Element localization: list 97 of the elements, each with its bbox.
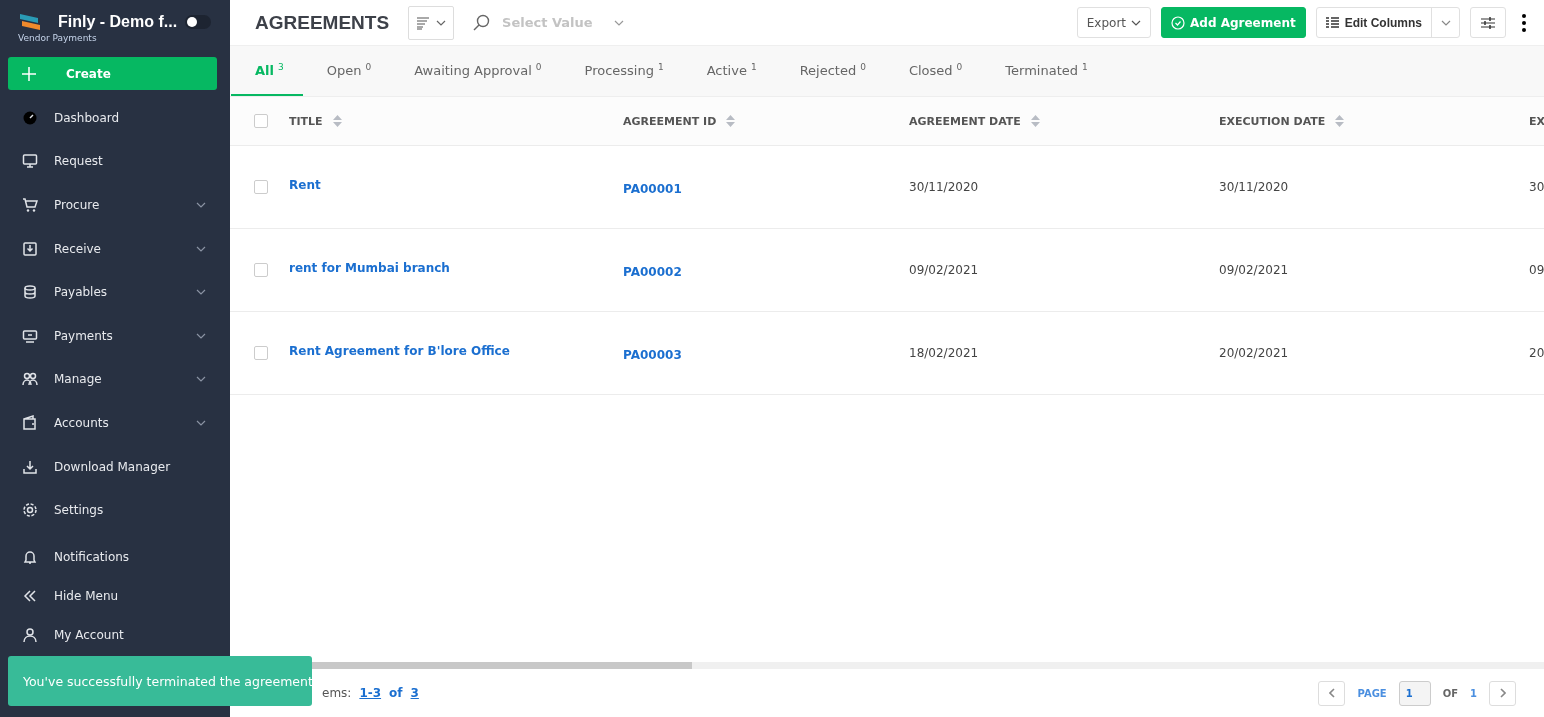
chevron-down-icon bbox=[1131, 19, 1141, 26]
table-link[interactable]: PA00003 bbox=[623, 347, 682, 362]
column-header: EX bbox=[1529, 114, 1544, 128]
row-checkbox[interactable] bbox=[254, 180, 268, 194]
chevron-down-icon bbox=[196, 289, 206, 296]
chevron-down-icon bbox=[196, 245, 206, 252]
chevron-down-icon bbox=[196, 419, 206, 426]
toast-message: You've successfully terminated the agreement bbox=[8, 656, 312, 706]
table-cell: 09/02/2021 bbox=[1219, 263, 1289, 277]
page-title: AGREEMENTS bbox=[255, 11, 390, 34]
chevron-down-icon bbox=[614, 19, 625, 26]
table-link[interactable]: Rent Agreement for B'lore Office bbox=[289, 343, 510, 358]
nav-item[interactable]: Hide Menu bbox=[0, 576, 230, 616]
lines-icon bbox=[416, 15, 431, 30]
column-header: TITLE bbox=[289, 114, 323, 128]
tab[interactable]: Open $^{0}$ bbox=[302, 46, 391, 96]
table-cell: 09/02/2021 bbox=[909, 263, 979, 277]
sort-icon[interactable] bbox=[726, 115, 736, 127]
table-cell: 30/11/2020 bbox=[1219, 180, 1289, 194]
select-all-checkbox[interactable] bbox=[254, 114, 268, 128]
of-label: of bbox=[389, 686, 403, 700]
chevron-down-icon bbox=[196, 202, 206, 208]
table-cell: 20 bbox=[1529, 346, 1544, 360]
tab[interactable]: Rejected $^{0}$ bbox=[775, 46, 885, 96]
range-link[interactable]: 1-3 bbox=[359, 686, 382, 700]
wallet-icon bbox=[22, 414, 38, 431]
people-icon bbox=[22, 371, 38, 388]
tab[interactable]: Terminated $^{1}$ bbox=[981, 46, 1107, 96]
nav-item[interactable]: Dashboard bbox=[0, 96, 230, 140]
column-header: AGREEMENT DATE bbox=[909, 114, 1021, 128]
chevron-down-icon bbox=[1440, 19, 1451, 26]
check-circle-icon bbox=[1171, 15, 1185, 30]
table-cell: 09 bbox=[1529, 263, 1544, 277]
gauge-icon bbox=[22, 109, 38, 126]
sort-icon[interactable] bbox=[1030, 115, 1040, 127]
nav-item[interactable]: Manage bbox=[0, 357, 230, 402]
page-label: PAGE bbox=[1357, 687, 1387, 699]
nav-item[interactable]: Procure bbox=[0, 183, 230, 227]
nav-item[interactable]: Notifications bbox=[0, 537, 230, 577]
tab[interactable]: Active $^{1}$ bbox=[682, 46, 776, 96]
page-count: 1 bbox=[1470, 687, 1477, 699]
sliders-icon bbox=[1480, 15, 1496, 30]
download-box-icon bbox=[22, 240, 38, 257]
search-icon bbox=[472, 13, 491, 32]
chevron-left-icon bbox=[1329, 688, 1335, 698]
table-cell: 18/02/2021 bbox=[909, 346, 979, 360]
nav-item[interactable]: Receive bbox=[0, 226, 230, 271]
kebab-icon bbox=[1522, 13, 1526, 32]
table-link[interactable]: Rent bbox=[289, 177, 321, 192]
list-icon bbox=[1325, 16, 1339, 29]
coins-icon bbox=[22, 284, 38, 301]
export-button[interactable]: Export bbox=[1076, 7, 1151, 38]
download-icon bbox=[22, 458, 38, 475]
nav-item[interactable]: Payables bbox=[0, 270, 230, 314]
total-link[interactable]: 3 bbox=[410, 686, 419, 700]
tab[interactable]: Processing $^{1}$ bbox=[560, 46, 683, 96]
next-page-button[interactable] bbox=[1489, 680, 1516, 706]
bell-icon bbox=[22, 549, 38, 566]
tab[interactable]: Awaiting Approval $^{0}$ bbox=[390, 46, 561, 96]
sort-icon[interactable] bbox=[332, 115, 342, 127]
cart-icon bbox=[22, 197, 38, 213]
prev-page-button[interactable] bbox=[1318, 680, 1346, 706]
nav-item[interactable]: Settings bbox=[0, 488, 230, 532]
tab[interactable]: Closed $^{0}$ bbox=[884, 46, 982, 96]
page-of-label: OF bbox=[1442, 687, 1459, 699]
chevron-down-icon bbox=[196, 376, 206, 383]
chevron-down-icon bbox=[436, 19, 447, 26]
filter-button[interactable] bbox=[1470, 7, 1506, 38]
plus-icon bbox=[22, 66, 36, 81]
sort-icon[interactable] bbox=[1335, 115, 1345, 127]
column-header: EXECUTION DATE bbox=[1219, 114, 1326, 128]
settings-icon bbox=[22, 502, 38, 519]
table-link[interactable]: PA00001 bbox=[623, 181, 682, 196]
app-subtitle: Vendor Payments bbox=[17, 33, 98, 43]
row-checkbox[interactable] bbox=[254, 263, 268, 277]
table-link[interactable]: rent for Mumbai branch bbox=[289, 260, 450, 275]
nav-item[interactable]: Payments bbox=[0, 313, 230, 358]
table-cell: 30/11/2020 bbox=[909, 180, 979, 194]
org-name: Finly - Demo f... bbox=[58, 13, 178, 31]
nav-item[interactable]: Download Manager bbox=[0, 444, 230, 489]
table-cell: 20/02/2021 bbox=[1219, 346, 1289, 360]
monitor-icon bbox=[22, 153, 38, 170]
nav-item[interactable]: Request bbox=[0, 139, 230, 184]
table-cell: 30 bbox=[1529, 180, 1544, 194]
column-header: AGREEMENT ID bbox=[623, 114, 717, 128]
row-checkbox[interactable] bbox=[254, 346, 268, 360]
chevron-right-icon bbox=[1499, 688, 1506, 698]
page-field[interactable]: 1 bbox=[1398, 680, 1431, 706]
table-link[interactable]: PA00002 bbox=[623, 264, 682, 279]
chevron-down-icon bbox=[196, 332, 206, 339]
screen-icon bbox=[22, 327, 38, 344]
view-dropdown[interactable] bbox=[408, 5, 455, 40]
user-icon bbox=[22, 627, 38, 644]
items-label: ems: bbox=[322, 686, 352, 700]
nav-item[interactable]: My Account bbox=[0, 615, 230, 655]
toggle-switch[interactable] bbox=[185, 15, 212, 29]
nav-item[interactable]: Accounts bbox=[0, 401, 230, 445]
